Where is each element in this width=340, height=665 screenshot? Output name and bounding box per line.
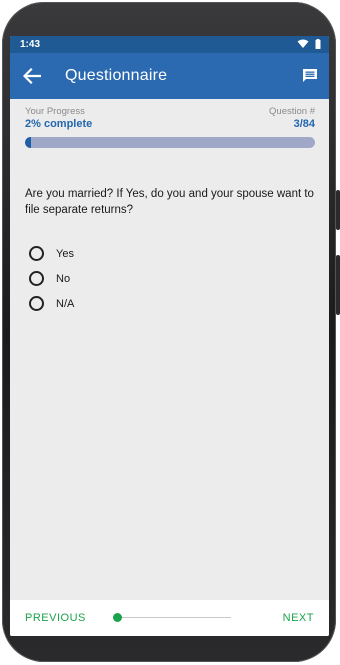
screen: 1:43 Questionnaire Your Progress 2% comp… xyxy=(10,36,329,636)
page-title: Questionnaire xyxy=(65,67,168,84)
chat-icon xyxy=(303,69,317,82)
progress-label: Your Progress xyxy=(25,106,85,117)
back-button[interactable] xyxy=(20,64,44,88)
chat-button[interactable] xyxy=(299,65,321,87)
progress-value: 2% complete xyxy=(25,118,93,130)
wifi-icon xyxy=(297,39,309,48)
app-bar: Questionnaire xyxy=(10,53,329,99)
arrow-left-icon xyxy=(23,68,41,84)
question-slider-track[interactable] xyxy=(113,617,231,618)
bottom-navigation: PREVIOUS NEXT xyxy=(10,600,329,636)
radio-button[interactable] xyxy=(29,296,44,311)
volume-button xyxy=(336,255,340,315)
battery-icon xyxy=(315,39,321,49)
power-button xyxy=(336,190,340,230)
option-label: Yes xyxy=(56,247,74,260)
option-label: N/A xyxy=(56,297,75,310)
question-number-label: Question # xyxy=(269,106,315,117)
status-icons xyxy=(297,39,321,49)
next-button[interactable]: NEXT xyxy=(283,600,314,636)
status-bar: 1:43 xyxy=(10,36,329,53)
question-slider-thumb[interactable] xyxy=(112,613,122,622)
option-na[interactable]: N/A xyxy=(29,291,74,316)
question-number-value: 3/84 xyxy=(293,118,315,130)
option-yes[interactable]: Yes xyxy=(29,241,74,266)
option-label: No xyxy=(56,272,71,285)
answer-options: Yes No N/A xyxy=(29,241,74,316)
radio-button[interactable] xyxy=(29,246,44,261)
phone-device: 1:43 Questionnaire Your Progress 2% comp… xyxy=(0,0,340,665)
status-time: 1:43 xyxy=(20,39,41,50)
option-no[interactable]: No xyxy=(29,266,74,291)
radio-button[interactable] xyxy=(29,271,44,286)
progress-bar-fill xyxy=(25,137,31,148)
progress-bar xyxy=(25,137,315,148)
question-text: Are you married? If Yes, do you and your… xyxy=(25,188,314,216)
previous-button[interactable]: PREVIOUS xyxy=(25,600,86,636)
